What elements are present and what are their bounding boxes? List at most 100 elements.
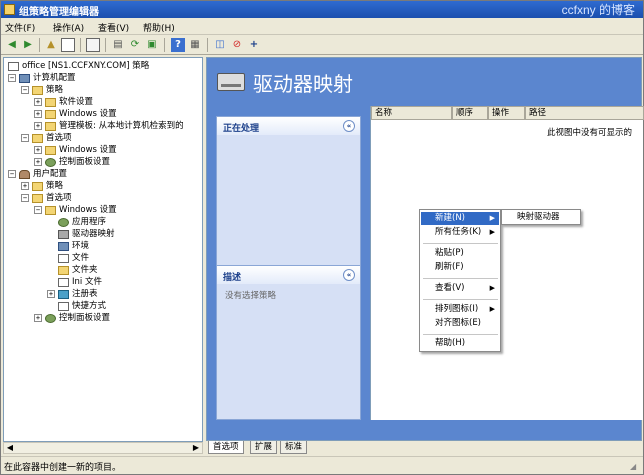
- menu-bar: 文件(F) 操作(A) 查看(V) 帮助(H): [1, 18, 643, 35]
- column-header-action[interactable]: 操作: [488, 106, 525, 120]
- folder-icon: [45, 145, 56, 155]
- collapse-toggle[interactable]: −: [8, 74, 16, 82]
- tree-node-user-policies[interactable]: + 策略: [21, 180, 63, 192]
- menu-file[interactable]: 文件(F): [5, 21, 35, 34]
- expand-toggle[interactable]: +: [21, 182, 29, 190]
- folder-icon: [32, 133, 43, 143]
- tree-node-files[interactable]: 文件: [47, 252, 89, 264]
- help-icon[interactable]: ?: [171, 38, 185, 52]
- description-panel-header[interactable]: 描述 «: [217, 266, 360, 284]
- description-panel: 描述 « 没有选择策略: [216, 265, 361, 420]
- scroll-right-icon[interactable]: ▶: [190, 443, 202, 453]
- tree-node-admin-templates[interactable]: + 管理模板: 从本地计算机检索到的: [34, 120, 184, 132]
- ini-file-icon: [58, 277, 69, 287]
- tree-node-shortcuts[interactable]: 快捷方式: [47, 300, 106, 312]
- toolbar-separator: [80, 38, 81, 52]
- tree-node-windows-settings[interactable]: + Windows 设置: [34, 108, 117, 120]
- toolbar-separator: [207, 38, 208, 52]
- export-list-icon[interactable]: ▤: [111, 38, 125, 52]
- tree-node-pref-control-panel[interactable]: + 控制面板设置: [34, 156, 110, 168]
- expand-toggle[interactable]: +: [34, 98, 42, 106]
- expand-toggle[interactable]: +: [34, 146, 42, 154]
- up-folder-icon[interactable]: ▲: [44, 38, 58, 52]
- tab-preferences[interactable]: 首选项: [208, 441, 244, 454]
- column-header-order[interactable]: 顺序: [452, 106, 488, 120]
- tree-node-computer-config[interactable]: − 计算机配置: [8, 72, 76, 84]
- column-header-path[interactable]: 路径: [525, 106, 644, 120]
- status-text: 在此容器中创建一新的项目。: [4, 463, 122, 473]
- menu-view[interactable]: 查看(V): [98, 21, 129, 34]
- new-submenu: 映射驱动器: [501, 209, 581, 225]
- tree-root[interactable]: office [NS1.CCFXNY.COM] 策略: [8, 60, 149, 72]
- expand-toggle[interactable]: +: [34, 158, 42, 166]
- tree-node-user-windows-settings[interactable]: − Windows 设置: [34, 204, 117, 216]
- folder-icon: [32, 85, 43, 95]
- window-title: 组策略管理编辑器: [19, 7, 99, 18]
- tree-node-user-control-panel[interactable]: + 控制面板设置: [34, 312, 110, 324]
- collapse-toggle[interactable]: −: [8, 170, 16, 178]
- submenu-mapped-drive[interactable]: 映射驱动器: [503, 211, 579, 224]
- collapse-toggle[interactable]: −: [21, 86, 29, 94]
- properties-icon[interactable]: ▣: [145, 38, 159, 52]
- tab-extended[interactable]: 扩展: [250, 441, 278, 454]
- tree-node-pref-windows-settings[interactable]: + Windows 设置: [34, 144, 117, 156]
- processing-panel-header[interactable]: 正在处理 «: [217, 117, 360, 135]
- show-hide-tree-icon[interactable]: [61, 38, 75, 52]
- ctx-help[interactable]: 帮助(H): [421, 337, 499, 350]
- ctx-refresh[interactable]: 刷新(F): [421, 261, 499, 274]
- copy-icon[interactable]: [86, 38, 100, 52]
- file-icon: [58, 253, 69, 263]
- ctx-new[interactable]: 新建(N) ▶: [421, 212, 499, 225]
- collapse-toggle[interactable]: −: [21, 194, 29, 202]
- tree-node-applications[interactable]: 应用程序: [47, 216, 106, 228]
- ctx-line-up-icons[interactable]: 对齐图标(E): [421, 317, 499, 330]
- expand-toggle[interactable]: +: [34, 122, 42, 130]
- tree-node-user-preferences[interactable]: − 首选项: [21, 192, 72, 204]
- tree-node-ini-files[interactable]: Ini 文件: [47, 276, 102, 288]
- tree-node-computer-preferences[interactable]: − 首选项: [21, 132, 72, 144]
- menu-action[interactable]: 操作(A): [53, 21, 84, 34]
- tree-node-environment[interactable]: 环境: [47, 240, 89, 252]
- tree-node-folders[interactable]: 文件夹: [47, 264, 98, 276]
- scroll-left-icon[interactable]: ◀: [4, 443, 16, 453]
- tree-node-registry[interactable]: + 注册表: [47, 288, 98, 300]
- folder-icon: [45, 205, 56, 215]
- tree-node-computer-policies[interactable]: − 策略: [21, 84, 63, 96]
- menu-separator: [423, 243, 498, 244]
- toolbar: ◀ ▶ ▲ ▤ ⟳ ▣ ? ▦ ◫ ⊘ +: [1, 35, 643, 55]
- tree-node-software-settings[interactable]: + 软件设置: [34, 96, 93, 108]
- collapse-chevron-icon[interactable]: «: [343, 120, 355, 132]
- ctx-arrange-icons[interactable]: 排列图标(I) ▶: [421, 303, 499, 316]
- menu-separator: [423, 334, 498, 335]
- submenu-arrow-icon: ▶: [489, 228, 495, 236]
- submenu-arrow-icon: ▶: [489, 305, 495, 313]
- tree-horizontal-scrollbar[interactable]: ◀ ▶: [3, 442, 203, 454]
- refresh-icon[interactable]: ⟳: [128, 38, 142, 52]
- collapse-chevron-icon[interactable]: «: [343, 269, 355, 281]
- expand-toggle[interactable]: +: [34, 314, 42, 322]
- ctx-view[interactable]: 查看(V) ▶: [421, 282, 499, 295]
- forward-arrow-icon[interactable]: ▶: [21, 38, 35, 52]
- column-header-name[interactable]: 名称: [371, 106, 452, 120]
- resize-grip-icon[interactable]: ◢: [630, 462, 640, 472]
- folder-icon: [45, 109, 56, 119]
- ctx-paste[interactable]: 粘贴(P): [421, 247, 499, 260]
- menu-help[interactable]: 帮助(H): [143, 21, 175, 34]
- control-panel-icon: [45, 157, 56, 167]
- collapse-toggle[interactable]: −: [34, 206, 42, 214]
- collapse-toggle[interactable]: −: [21, 134, 29, 142]
- toolbar-separator: [164, 38, 165, 52]
- tree-node-user-config[interactable]: − 用户配置: [8, 168, 67, 180]
- add-icon[interactable]: +: [247, 38, 261, 52]
- ctx-all-tasks[interactable]: 所有任务(K) ▶: [421, 226, 499, 239]
- delete-icon[interactable]: ⊘: [230, 38, 244, 52]
- tree-node-drive-maps[interactable]: 驱动器映射: [47, 228, 115, 240]
- filter-icon[interactable]: ◫: [213, 38, 227, 52]
- console-icon[interactable]: ▦: [188, 38, 202, 52]
- expand-toggle[interactable]: +: [34, 110, 42, 118]
- items-list[interactable]: 名称 顺序 操作 路径 此视图中没有可显示的: [370, 106, 644, 420]
- gpo-editor-icon: [4, 4, 15, 15]
- expand-toggle[interactable]: +: [47, 290, 55, 298]
- back-arrow-icon[interactable]: ◀: [5, 38, 19, 52]
- tab-standard[interactable]: 标准: [280, 441, 308, 454]
